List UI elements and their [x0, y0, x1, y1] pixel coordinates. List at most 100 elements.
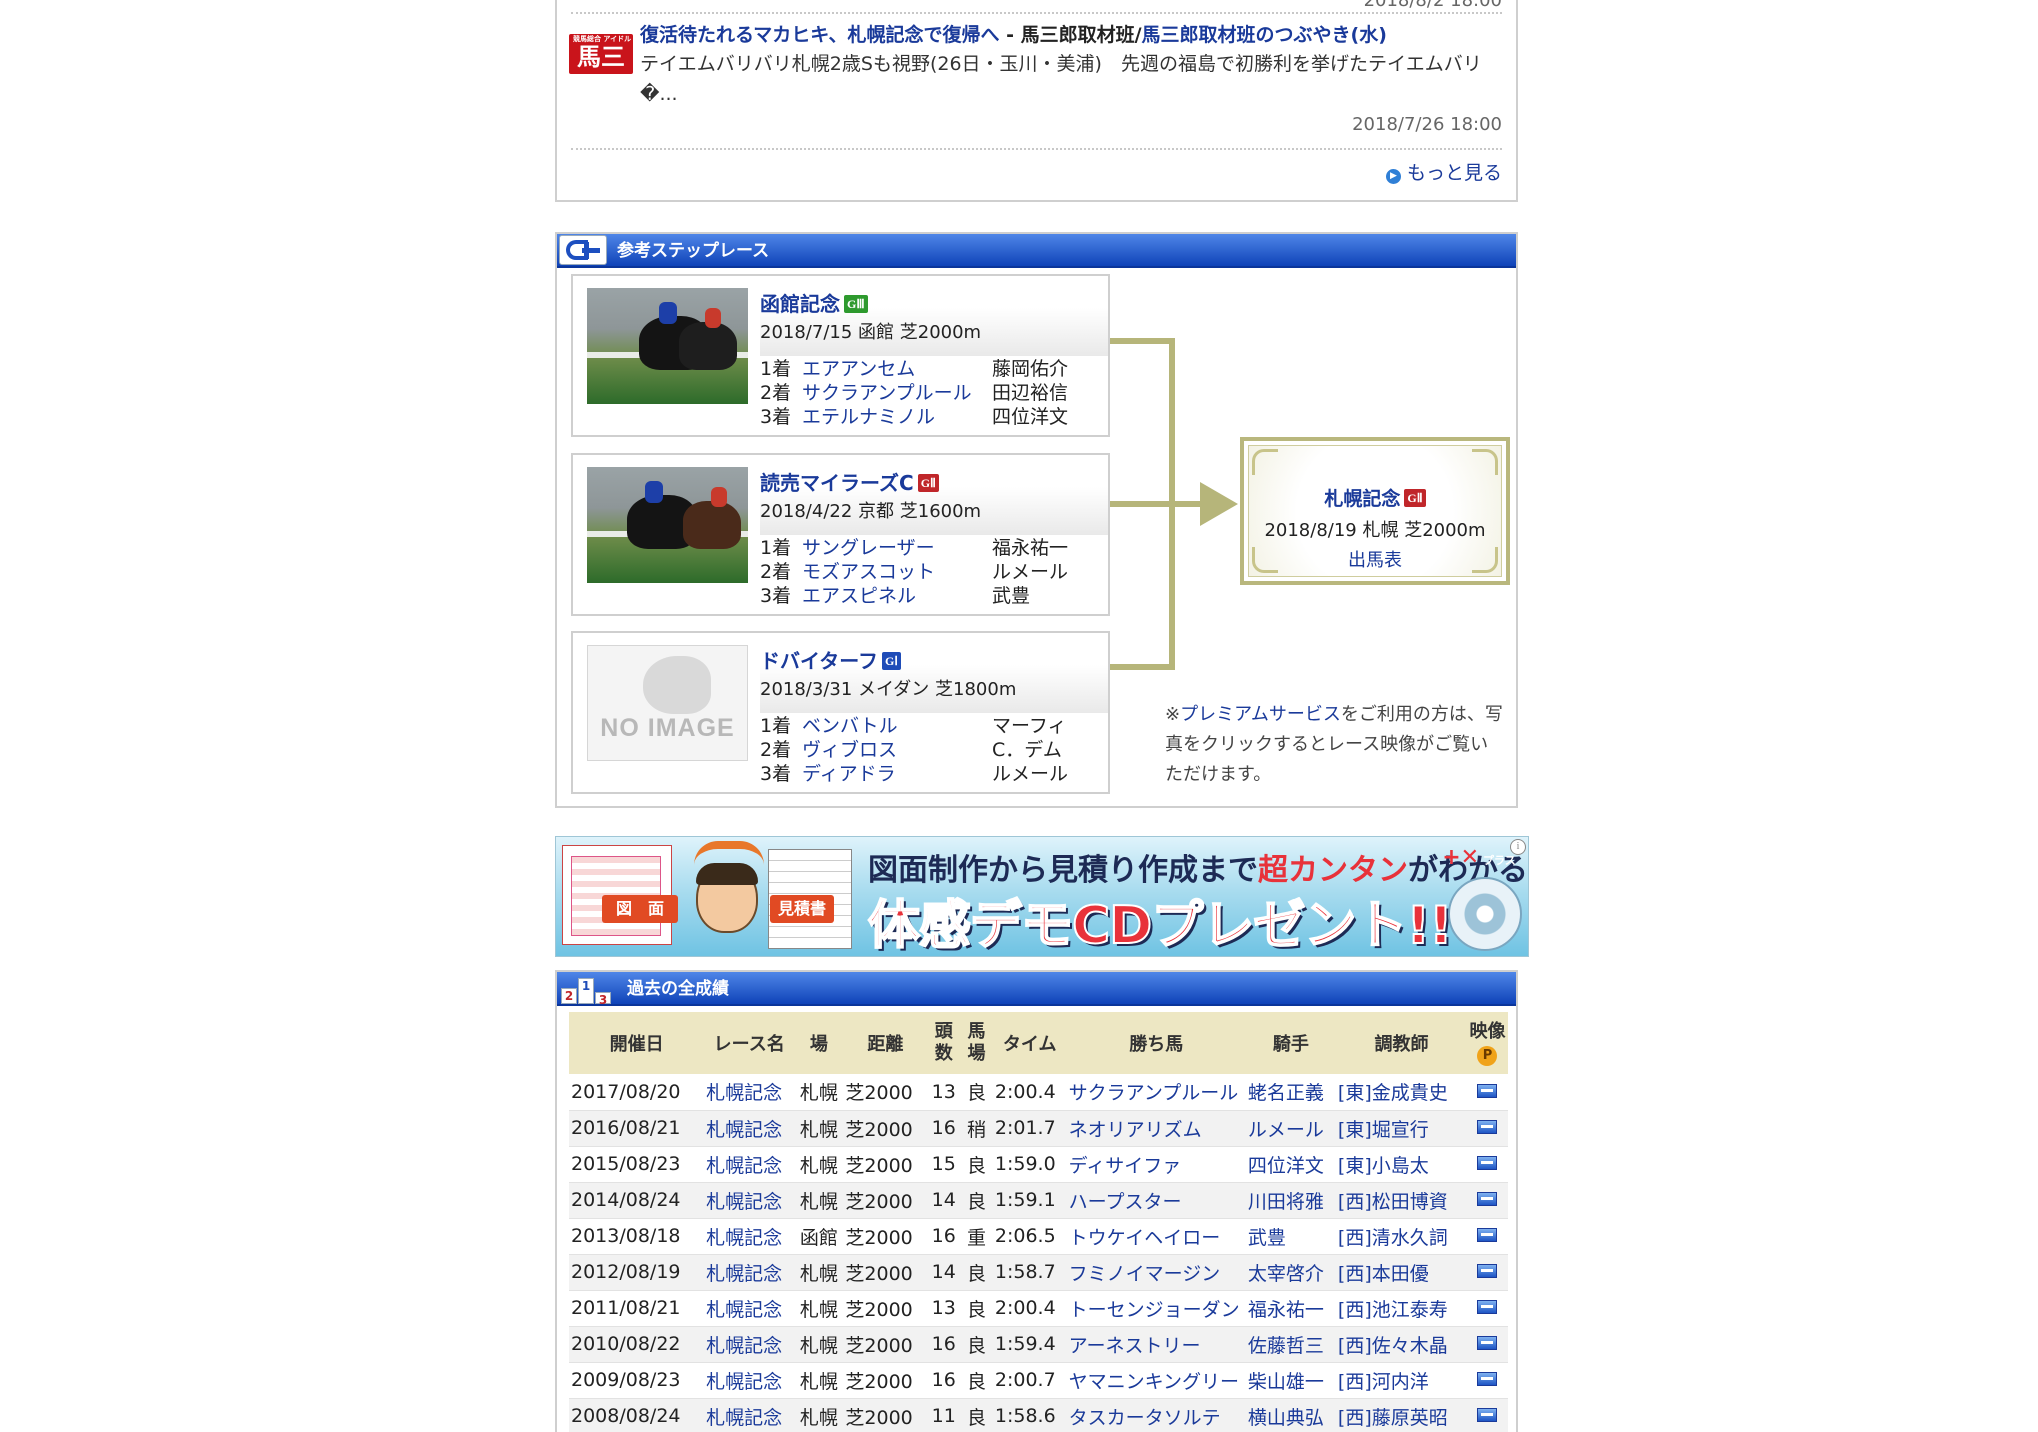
race-info: 2018/3/31 メイダン 芝1800m	[760, 679, 1017, 700]
horse-silhouette-icon	[643, 656, 711, 714]
date-cell: 2017/08/20	[571, 1080, 681, 1103]
entry-list-link[interactable]: 出馬表	[1249, 546, 1501, 572]
trainer-link[interactable]: [西]河内洋	[1336, 1362, 1467, 1398]
horse-link[interactable]: ヴィブロス	[802, 735, 992, 762]
col-header-label: 頭数	[934, 1021, 953, 1064]
table-row: 2012/08/19 札幌記念 札幌 芝2000 14 良 1:58.7 フミノイマージン 太宰…	[569, 1254, 1508, 1290]
ad-info-icon[interactable]: i	[1510, 839, 1526, 855]
winner-link[interactable]: トウケイヘイロー	[1067, 1218, 1246, 1254]
video-cell	[1467, 1290, 1508, 1326]
horse-link[interactable]: ベンバトル	[802, 711, 992, 738]
horse-link[interactable]: モズアスコット	[802, 557, 992, 584]
race-name-link[interactable]: 札幌記念	[704, 1362, 794, 1398]
news-title-link[interactable]: 復活待たれるマカヒキ、札幌記念で復帰へ	[640, 24, 999, 46]
winner-link[interactable]: ヤマニンキングリー	[1067, 1362, 1246, 1398]
umasaburo-logo[interactable]: 競馬総合 アイドル 馬三郎	[569, 34, 633, 74]
horse-link[interactable]: エアスピネル	[802, 581, 992, 608]
target-race-link[interactable]: 札幌記念	[1324, 488, 1400, 510]
jockey-link[interactable]: 佐藤哲三	[1245, 1326, 1336, 1362]
winner-link[interactable]: タスカータソルテ	[1066, 1398, 1246, 1432]
race-name-link[interactable]: 札幌記念	[704, 1326, 795, 1362]
horse-link[interactable]: サクラアンプルール	[802, 378, 992, 405]
trainer-link[interactable]: [東]小島太	[1336, 1146, 1467, 1182]
result-row: 1着 ベンバトル マーフィ	[760, 711, 1066, 738]
trainer-link[interactable]: [西]藤原英昭	[1335, 1398, 1467, 1432]
jockey-link[interactable]: 武豊	[1246, 1218, 1336, 1254]
horse-link[interactable]: エテルナミノル	[802, 402, 992, 429]
trainer-link[interactable]: [西]佐々木晶	[1335, 1326, 1467, 1362]
jockey-link[interactable]: 蛯名正義	[1246, 1074, 1336, 1110]
video-icon[interactable]	[1477, 1156, 1498, 1170]
jockey-link[interactable]: 川田将雅	[1245, 1182, 1336, 1218]
table-row: 2014/08/24 札幌記念 札幌 芝2000 14 良 1:59.1 ハープスター 川田将雅…	[569, 1182, 1508, 1218]
video-icon[interactable]	[1477, 1300, 1498, 1314]
winner-link[interactable]: アーネストリー	[1066, 1326, 1246, 1362]
venue-cell: 函館	[799, 1226, 838, 1249]
jockey-link[interactable]: 柴山雄一	[1246, 1362, 1336, 1398]
time-cell: 1:59.4	[992, 1326, 1067, 1362]
race-name-link[interactable]: 札幌記念	[704, 1110, 795, 1146]
race-photo[interactable]	[587, 288, 748, 404]
more-news-link[interactable]: ▶ もっと見る	[1385, 158, 1502, 185]
trainer-link[interactable]: [東]金成貴史	[1336, 1074, 1467, 1110]
going-cell: 良	[967, 1370, 987, 1393]
race-name-link[interactable]: 札幌記念	[704, 1146, 794, 1182]
jockey-link[interactable]: 太宰啓介	[1245, 1254, 1336, 1290]
jockey-link[interactable]: 横山典弘	[1245, 1398, 1336, 1432]
race-name-link[interactable]: 札幌記念	[704, 1398, 795, 1432]
going-cell: 良	[967, 1082, 987, 1105]
video-icon[interactable]	[1477, 1372, 1498, 1386]
result-row: 1着 サングレーザー 福永祐一	[760, 533, 1068, 560]
winner-link[interactable]: トーセンジョーダン	[1067, 1290, 1246, 1326]
ad-banner[interactable]: 図 面 見積書 図面制作から見積り作成まで超カンタンがわかる! 体感デモCDプレ…	[555, 836, 1529, 957]
video-icon[interactable]	[1477, 1228, 1498, 1242]
race-name-link[interactable]: 札幌記念	[704, 1182, 795, 1218]
horse-link[interactable]: エアアンセム	[802, 354, 992, 381]
race-name-link[interactable]: ドバイターフ	[760, 649, 878, 673]
horse-link[interactable]: サングレーザー	[802, 533, 992, 560]
trainer-link[interactable]: [西]清水久詞	[1336, 1218, 1467, 1254]
step-race-panel: 参考ステップレース 函館記念 GⅢ 2018/7/15 函館 芝2000m 1着エ…	[555, 232, 1518, 808]
race-name-link[interactable]: 札幌記念	[704, 1074, 794, 1110]
date-cell: 2009/08/23	[571, 1369, 681, 1391]
date-cell: 2013/08/18	[571, 1225, 681, 1247]
bracket-line	[1110, 664, 1174, 670]
premium-service-link[interactable]: プレミアムサービス	[1180, 704, 1341, 725]
video-icon[interactable]	[1477, 1192, 1498, 1206]
ad-label-drawing: 図 面	[602, 895, 679, 923]
jockey-link[interactable]: ルメール	[1245, 1110, 1336, 1146]
jockey-link[interactable]: 四位洋文	[1246, 1146, 1336, 1182]
video-icon[interactable]	[1477, 1120, 1498, 1134]
race-name-link[interactable]: 札幌記念	[704, 1218, 794, 1254]
trainer-link[interactable]: [西]本田優	[1335, 1254, 1467, 1290]
horse-link[interactable]: ディアドラ	[802, 759, 992, 786]
runners-cell: 11	[927, 1398, 961, 1432]
video-icon[interactable]	[1477, 1264, 1498, 1278]
col-header: 馬場	[960, 1012, 993, 1074]
race-name-link[interactable]: 読売マイラーズC	[760, 471, 914, 495]
race-photo[interactable]	[587, 467, 748, 583]
winner-link[interactable]: ディサイファ	[1067, 1146, 1246, 1182]
winner-link[interactable]: フミノイマージン	[1066, 1254, 1246, 1290]
video-icon[interactable]	[1477, 1336, 1498, 1350]
trainer-link[interactable]: [西]松田博資	[1335, 1182, 1467, 1218]
winner-link[interactable]: ハープスター	[1066, 1182, 1246, 1218]
race-name-link[interactable]: 札幌記念	[704, 1254, 795, 1290]
col-header: 騎手	[1245, 1012, 1336, 1074]
news-source-link[interactable]: 馬三郎取材班のつぶやき(水)	[1142, 24, 1387, 46]
note-mark: ※	[1165, 704, 1181, 725]
winner-link[interactable]: ネオリアリズム	[1066, 1110, 1246, 1146]
race-card-head: 読売マイラーズC GⅡ 2018/4/22 京都 芝1600m	[760, 455, 1108, 535]
jockey-link[interactable]: 福永祐一	[1246, 1290, 1336, 1326]
going-cell: 重	[967, 1226, 987, 1249]
race-name-link[interactable]: 函館記念	[760, 292, 840, 316]
trainer-link[interactable]: [東]堀宣行	[1335, 1110, 1467, 1146]
distance-cell: 芝2000	[843, 1254, 928, 1290]
trainer-link[interactable]: [西]池江泰寿	[1336, 1290, 1467, 1326]
video-icon[interactable]	[1477, 1083, 1498, 1098]
race-name-link[interactable]: 札幌記念	[704, 1290, 794, 1326]
time-cell: 1:59.1	[992, 1182, 1067, 1218]
video-icon[interactable]	[1477, 1408, 1498, 1422]
jockey-name: マーフィ	[992, 715, 1067, 737]
winner-link[interactable]: サクラアンプルール	[1067, 1074, 1246, 1110]
